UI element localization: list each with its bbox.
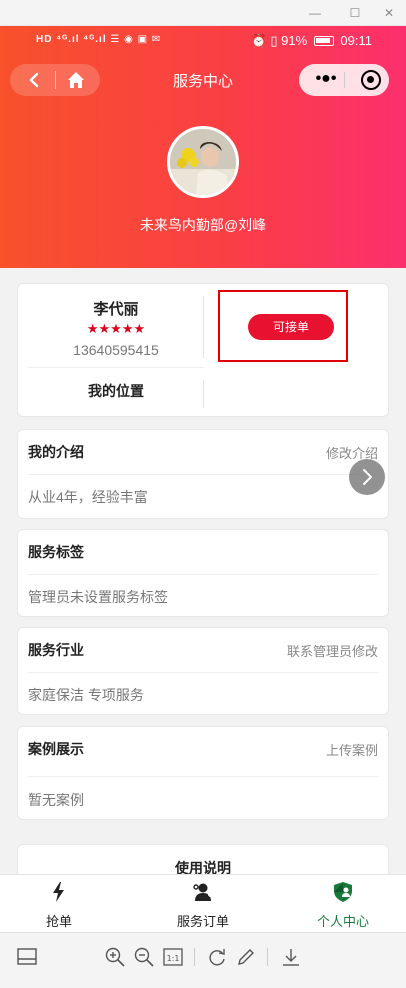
chevron-right-icon <box>363 469 372 485</box>
close-miniprogram-icon[interactable] <box>361 70 381 90</box>
capsule-divider <box>344 72 345 88</box>
worker-name: 李代丽 <box>93 301 139 318</box>
service-industry-section: 服务行业 联系管理员修改 家庭保洁 专项服务 <box>17 627 389 715</box>
close-button[interactable]: ✕ <box>380 4 398 22</box>
tab-grab-order[interactable]: 抢单 <box>0 875 118 933</box>
case-showcase-section: 案例展示 上传案例 暂无案例 <box>17 726 389 820</box>
header-hero: HD ⁴ᴳ.ıl ⁴ᴳ.ıl ☰ ◉ ▣ ✉ ⏰ ▯ 91% 09:11 服务中… <box>0 26 406 268</box>
worker-phone: 13640595415 <box>73 342 159 358</box>
tab-label: 个人中心 <box>316 914 369 929</box>
bottom-tab-bar: 抢单 服务订单 个人中心 <box>0 874 406 932</box>
alarm-icon: ⏰ <box>250 33 267 48</box>
actual-size-icon[interactable]: 1:1 <box>162 946 184 968</box>
status-time: 09:11 <box>340 33 372 48</box>
section-title: 案例展示 <box>28 741 84 757</box>
maximize-button[interactable]: ☐ <box>346 4 364 22</box>
divider <box>194 948 195 966</box>
more-icon[interactable]: •●• <box>311 70 341 88</box>
download-icon[interactable] <box>280 946 302 968</box>
divider <box>203 296 204 358</box>
username: 未来鸟内勤部@刘峰 <box>139 217 267 233</box>
tab-service-orders[interactable]: 服务订单 <box>136 875 270 933</box>
section-title: 我的介绍 <box>28 444 84 460</box>
rating-stars: ★★★★★ <box>86 321 146 336</box>
section-body: 家庭保洁 专项服务 <box>28 687 144 703</box>
status-bar: HD ⁴ᴳ.ıl ⁴ᴳ.ıl ☰ ◉ ▣ ✉ ⏰ ▯ 91% 09:11 <box>0 26 406 56</box>
accept-orders-button[interactable]: 可接单 <box>248 314 334 340</box>
zoom-in-icon[interactable] <box>104 946 126 968</box>
lightning-icon <box>53 882 64 902</box>
tab-label: 抢单 <box>45 914 72 929</box>
divider <box>28 474 378 475</box>
worker-info: 李代丽 ★★★★★ 13640595415 <box>28 286 204 368</box>
sidebar-toggle-icon[interactable] <box>16 946 38 968</box>
floating-next-button[interactable] <box>349 459 385 495</box>
divider <box>28 776 378 777</box>
contact-admin-link[interactable]: 联系管理员修改 <box>287 641 378 660</box>
service-tags-section: 服务标签 管理员未设置服务标签 <box>17 529 389 617</box>
order-person-icon <box>193 883 212 901</box>
my-location[interactable]: 我的位置 <box>28 381 204 401</box>
section-title: 服务行业 <box>28 642 84 658</box>
avatar-image <box>170 129 236 195</box>
battery-percent: 91% <box>281 33 308 48</box>
shield-user-icon <box>334 882 352 902</box>
divider <box>28 672 378 673</box>
section-body: 管理员未设置服务标签 <box>28 589 168 605</box>
minimize-button[interactable]: — <box>306 4 324 22</box>
status-right: ⏰ ▯ 91% 09:11 <box>251 33 372 49</box>
viewer-toolbar: 1:1 <box>0 932 406 988</box>
tab-label: 服务订单 <box>176 914 229 929</box>
miniprogram-capsule: •●• <box>299 64 389 96</box>
window-title-bar: — ☐ ✕ <box>0 0 406 26</box>
edit-pencil-icon[interactable] <box>235 946 257 968</box>
divider <box>203 380 204 408</box>
svg-text:1:1: 1:1 <box>167 954 180 963</box>
worker-profile-card: 李代丽 ★★★★★ 13640595415 可接单 我的位置 <box>17 283 389 417</box>
upload-case-link[interactable]: 上传案例 <box>326 740 378 759</box>
divider <box>267 948 268 966</box>
vibrate-icon: ▯ <box>270 33 278 48</box>
intro-section: 我的介绍 修改介绍 从业4年，经验丰富 <box>17 429 389 519</box>
rotate-icon[interactable] <box>206 946 228 968</box>
tab-personal-center[interactable]: 个人中心 <box>290 875 396 933</box>
section-title: 服务标签 <box>28 544 84 560</box>
status-icons: HD ⁴ᴳ.ıl ⁴ᴳ.ıl ☰ ◉ ▣ ✉ <box>36 34 162 45</box>
avatar[interactable] <box>167 126 239 198</box>
section-body: 从业4年，经验丰富 <box>28 489 148 505</box>
divider <box>28 574 378 575</box>
section-body: 暂无案例 <box>28 792 84 808</box>
zoom-out-icon[interactable] <box>133 946 155 968</box>
battery-icon <box>313 36 334 46</box>
